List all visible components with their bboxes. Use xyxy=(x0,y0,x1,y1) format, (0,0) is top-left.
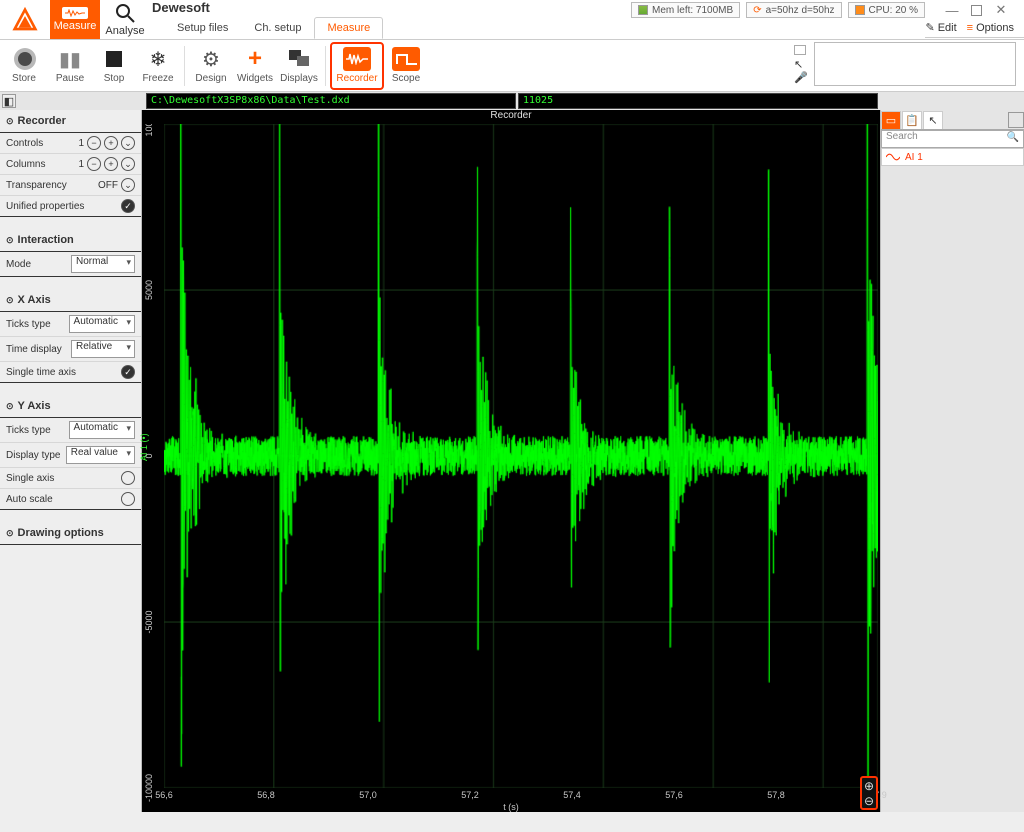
edit-icon: ✎ xyxy=(925,21,934,34)
title-bar: Measure Analyse Dewesoft Setup files Ch.… xyxy=(0,0,1024,40)
search-input[interactable]: Search🔍 xyxy=(881,130,1024,148)
file-path[interactable]: C:\DewesoftX3SP8x86\Data\Test.dxd xyxy=(146,93,516,109)
singleaxis-radio[interactable] xyxy=(121,471,135,485)
yticks-select[interactable]: Automatic xyxy=(69,421,135,439)
zoom-out-button[interactable]: ⊖ xyxy=(862,793,876,808)
events-panel xyxy=(814,42,1016,86)
plus-icon: + xyxy=(243,47,267,71)
channel-panel: ▭ 📋 ↖ Search🔍 AI 1 xyxy=(880,110,1024,812)
chevron-down-icon: ⊙ xyxy=(6,116,14,127)
right-panel-toggle[interactable] xyxy=(1008,112,1024,128)
minus-button[interactable]: − xyxy=(87,136,101,150)
xticks-select[interactable]: Automatic xyxy=(69,315,135,333)
autoscale-radio[interactable] xyxy=(121,492,135,506)
timedisplay-select[interactable]: Relative xyxy=(71,340,135,358)
recorder-button[interactable]: Recorder xyxy=(330,42,384,90)
section-drawing[interactable]: ⊙Drawing options xyxy=(0,522,141,545)
section-xaxis[interactable]: ⊙X Axis xyxy=(0,289,141,312)
channel-ai1[interactable]: AI 1 xyxy=(881,148,1024,166)
cursor-tab[interactable]: ↖ xyxy=(923,111,943,129)
stop-button[interactable]: Stop xyxy=(92,41,136,91)
path-bar: ◧ C:\DewesoftX3SP8x86\Data\Test.dxd 1102… xyxy=(0,92,1024,110)
store-button[interactable]: Store xyxy=(0,41,48,91)
x-axis-label: t (s) xyxy=(503,802,519,812)
widgets-button[interactable]: +Widgets xyxy=(233,41,277,91)
plot-title: Recorder xyxy=(142,110,880,124)
plus-button[interactable]: + xyxy=(104,136,118,150)
displays-icon xyxy=(287,47,311,71)
mini-tools[interactable]: ↖🎤 xyxy=(794,42,808,81)
subtab-measure[interactable]: Measure xyxy=(314,17,383,39)
expand-button[interactable]: ⌄ xyxy=(121,136,135,150)
list-icon: ≡ xyxy=(967,22,973,34)
gear-icon: ⚙ xyxy=(199,47,223,71)
options-menu[interactable]: ≡Options xyxy=(967,22,1014,34)
subtab-setup-files[interactable]: Setup files xyxy=(164,17,241,39)
displaytype-select[interactable]: Real value xyxy=(66,446,135,464)
freeze-button[interactable]: ❄Freeze xyxy=(136,41,180,91)
edit-menu[interactable]: ✎Edit xyxy=(925,21,956,34)
pause-button[interactable]: ▮▮Pause xyxy=(48,41,92,91)
toolbar: Store ▮▮Pause Stop ❄Freeze ⚙Design +Widg… xyxy=(0,40,1024,92)
y-axis: 1000050000-5000-10000 xyxy=(144,124,162,788)
unified-check[interactable]: ✓ xyxy=(121,199,135,213)
properties-panel: ⊙Recorder Controls1−+⌄ Columns1−+⌄ Trans… xyxy=(0,110,142,812)
app-logo xyxy=(0,0,50,39)
left-panel-toggle[interactable]: ◧ xyxy=(2,94,16,108)
x-axis: 56,656,857,057,257,457,657,857,9 xyxy=(164,790,878,802)
search-icon: 🔍 xyxy=(1007,132,1019,143)
mode-select[interactable]: Normal xyxy=(71,255,135,273)
section-recorder[interactable]: ⊙Recorder xyxy=(0,110,141,133)
clipboard-tab[interactable]: 📋 xyxy=(902,111,922,129)
scope-button[interactable]: Scope xyxy=(384,41,428,91)
tab-analyse[interactable]: Analyse xyxy=(100,0,150,39)
section-yaxis[interactable]: ⊙Y Axis xyxy=(0,395,141,418)
folder-icon: ▭ xyxy=(886,114,896,127)
status-mem: Mem left: 7100MB xyxy=(631,2,740,18)
subtab-ch-setup[interactable]: Ch. setup xyxy=(241,17,314,39)
app-title: Dewesoft xyxy=(150,0,631,17)
window-maximize[interactable] xyxy=(971,5,982,16)
sub-tabs: Setup files Ch. setup Measure xyxy=(150,17,631,39)
status-sync: ⟳a=50hz d=50hz xyxy=(746,2,841,18)
sample-counter: 11025 xyxy=(518,93,878,109)
sync-icon: ⟳ xyxy=(753,5,761,16)
section-interaction[interactable]: ⊙Interaction xyxy=(0,229,141,252)
snowflake-icon: ❄ xyxy=(146,47,170,71)
window-minimize[interactable]: — xyxy=(945,3,959,17)
recorder-plot[interactable]: Recorder AI 1 (•) 1000050000-5000-10000 … xyxy=(142,110,880,812)
window-close[interactable]: ✕ xyxy=(994,3,1008,17)
singletime-check[interactable]: ✓ xyxy=(121,365,135,379)
zoom-in-button[interactable]: ⊕ xyxy=(862,778,876,793)
tab-measure[interactable]: Measure xyxy=(50,0,100,39)
channels-tab[interactable]: ▭ xyxy=(881,111,901,129)
magnify-icon xyxy=(115,3,135,23)
design-button[interactable]: ⚙Design xyxy=(189,41,233,91)
wave-icon xyxy=(886,152,900,162)
displays-button[interactable]: Displays xyxy=(277,41,321,91)
status-cpu: CPU: 20 % xyxy=(848,2,925,18)
zoom-controls[interactable]: ⊕ ⊖ xyxy=(860,776,878,810)
